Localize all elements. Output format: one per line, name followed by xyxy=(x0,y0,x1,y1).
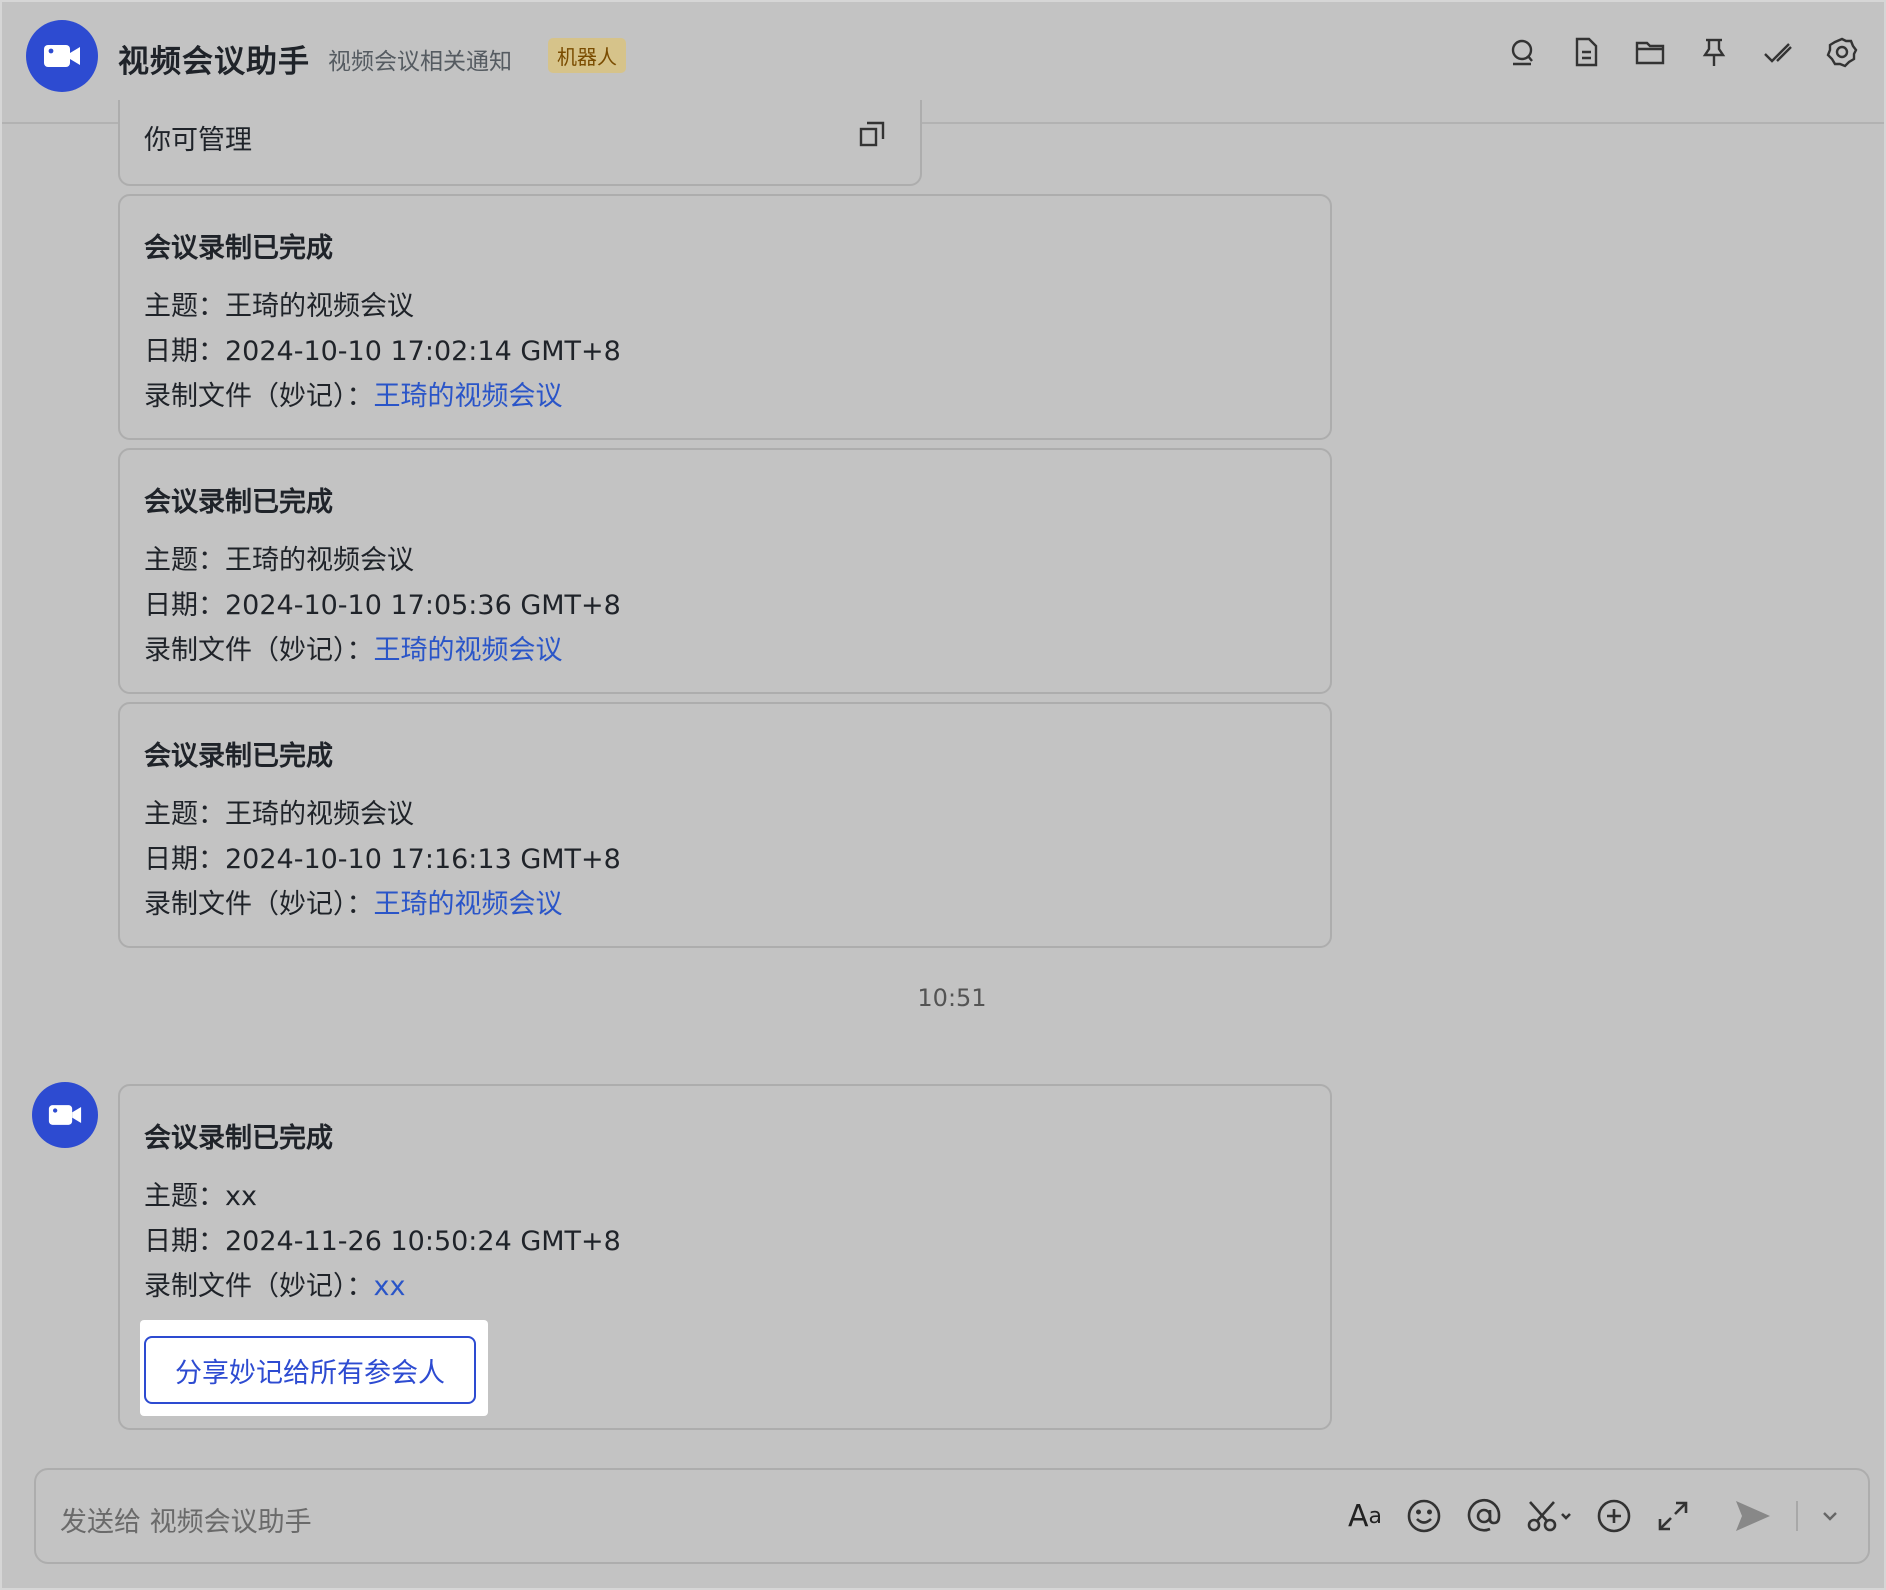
date-value: 2024-11-26 10:50:24 GMT+8 xyxy=(225,1226,621,1257)
scissors-icon[interactable] xyxy=(1526,1496,1572,1536)
topic-label: 主题： xyxy=(144,291,225,322)
copy-icon[interactable] xyxy=(858,120,886,152)
card-title: 会议录制已完成 xyxy=(144,741,333,772)
date-value: 2024-10-10 17:16:13 GMT+8 xyxy=(225,844,621,875)
topic-label: 主题： xyxy=(144,545,225,576)
message-composer[interactable]: 发送给 视频会议助手 Aa xyxy=(34,1468,1870,1564)
recording-link[interactable]: 王琦的视频会议 xyxy=(374,889,563,920)
file-label: 录制文件（妙记）： xyxy=(144,1271,374,1302)
topic-row: 主题：王琦的视频会议 xyxy=(144,284,414,323)
card-title: 会议录制已完成 xyxy=(144,1123,333,1154)
topic-row: 主题：王琦的视频会议 xyxy=(144,538,414,577)
bot-badge: 机器人 xyxy=(548,38,626,73)
recording-link[interactable]: 王琦的视频会议 xyxy=(374,381,563,412)
message-card: 会议录制已完成 主题：王琦的视频会议 日期：2024-10-10 17:05:3… xyxy=(118,448,1332,694)
bot-avatar[interactable] xyxy=(26,20,98,92)
file-row: 录制文件（妙记）：王琦的视频会议 xyxy=(144,374,563,413)
date-row: 日期：2024-10-10 17:02:14 GMT+8 xyxy=(144,329,621,368)
pin-icon[interactable] xyxy=(1698,36,1730,68)
dropdown-icon[interactable] xyxy=(1822,1496,1838,1536)
recording-link[interactable]: xx xyxy=(374,1271,406,1302)
date-label: 日期： xyxy=(144,336,225,367)
mention-icon[interactable] xyxy=(1466,1496,1502,1536)
file-row: 录制文件（妙记）：王琦的视频会议 xyxy=(144,882,563,921)
chat-window: 视频会议助手 视频会议相关通知 机器人 你可管理 会议录制已完成 主题：王琦的视… xyxy=(0,0,1886,1590)
folder-icon[interactable] xyxy=(1634,36,1666,68)
composer-divider xyxy=(1796,1501,1798,1531)
composer-toolbar: Aa xyxy=(1348,1496,1838,1536)
video-camera-icon xyxy=(44,45,80,67)
message-card: 会议录制已完成 主题：王琦的视频会议 日期：2024-10-10 17:16:1… xyxy=(118,702,1332,948)
header-toolbar xyxy=(1506,36,1858,68)
file-row: 录制文件（妙记）：王琦的视频会议 xyxy=(144,628,563,667)
topic-label: 主题： xyxy=(144,1181,225,1212)
video-camera-icon xyxy=(48,1105,82,1125)
message-input-placeholder[interactable]: 发送给 视频会议助手 xyxy=(60,1500,312,1539)
card-title: 会议录制已完成 xyxy=(144,487,333,518)
date-label: 日期： xyxy=(144,1226,225,1257)
bot-avatar[interactable] xyxy=(32,1082,98,1148)
format-label-small: a xyxy=(1368,1503,1382,1529)
format-label-big: A xyxy=(1347,1498,1369,1534)
document-icon[interactable] xyxy=(1570,36,1602,68)
check-all-icon[interactable] xyxy=(1762,36,1794,68)
emoji-icon[interactable] xyxy=(1406,1496,1442,1536)
manage-text: 你可管理 xyxy=(144,125,252,156)
topic-row: 主题：xx xyxy=(144,1174,257,1213)
topic-value: 王琦的视频会议 xyxy=(225,545,414,576)
date-label: 日期： xyxy=(144,590,225,621)
topic-row: 主题：王琦的视频会议 xyxy=(144,792,414,831)
message-card: 会议录制已完成 主题：王琦的视频会议 日期：2024-10-10 17:02:1… xyxy=(118,194,1332,440)
chat-title[interactable]: 视频会议助手 xyxy=(118,36,310,81)
message-timestamp: 10:51 xyxy=(917,984,987,1012)
card-title: 会议录制已完成 xyxy=(144,233,333,264)
date-row: 日期：2024-10-10 17:16:13 GMT+8 xyxy=(144,837,621,876)
top-message-card: 你可管理 xyxy=(118,100,922,186)
date-label: 日期： xyxy=(144,844,225,875)
settings-icon[interactable] xyxy=(1826,36,1858,68)
date-row: 日期：2024-10-10 17:05:36 GMT+8 xyxy=(144,583,621,622)
expand-icon[interactable] xyxy=(1656,1496,1690,1536)
file-label: 录制文件（妙记）： xyxy=(144,381,374,412)
topic-value: xx xyxy=(225,1181,257,1212)
topic-value: 王琦的视频会议 xyxy=(225,291,414,322)
file-row: 录制文件（妙记）：xx xyxy=(144,1264,405,1303)
recording-link[interactable]: 王琦的视频会议 xyxy=(374,635,563,666)
file-label: 录制文件（妙记）： xyxy=(144,889,374,920)
date-value: 2024-10-10 17:02:14 GMT+8 xyxy=(225,336,621,367)
add-icon[interactable] xyxy=(1596,1496,1632,1536)
format-icon[interactable]: Aa xyxy=(1348,1496,1382,1536)
chat-subtitle: 视频会议相关通知 xyxy=(328,49,512,75)
date-value: 2024-10-10 17:05:36 GMT+8 xyxy=(225,590,621,621)
topic-label: 主题： xyxy=(144,799,225,830)
topic-value: 王琦的视频会议 xyxy=(225,799,414,830)
send-icon[interactable] xyxy=(1734,1496,1772,1536)
date-row: 日期：2024-11-26 10:50:24 GMT+8 xyxy=(144,1219,621,1258)
search-icon[interactable] xyxy=(1506,36,1538,68)
file-label: 录制文件（妙记）： xyxy=(144,635,374,666)
share-minutes-button[interactable]: 分享妙记给所有参会人 xyxy=(144,1336,476,1404)
